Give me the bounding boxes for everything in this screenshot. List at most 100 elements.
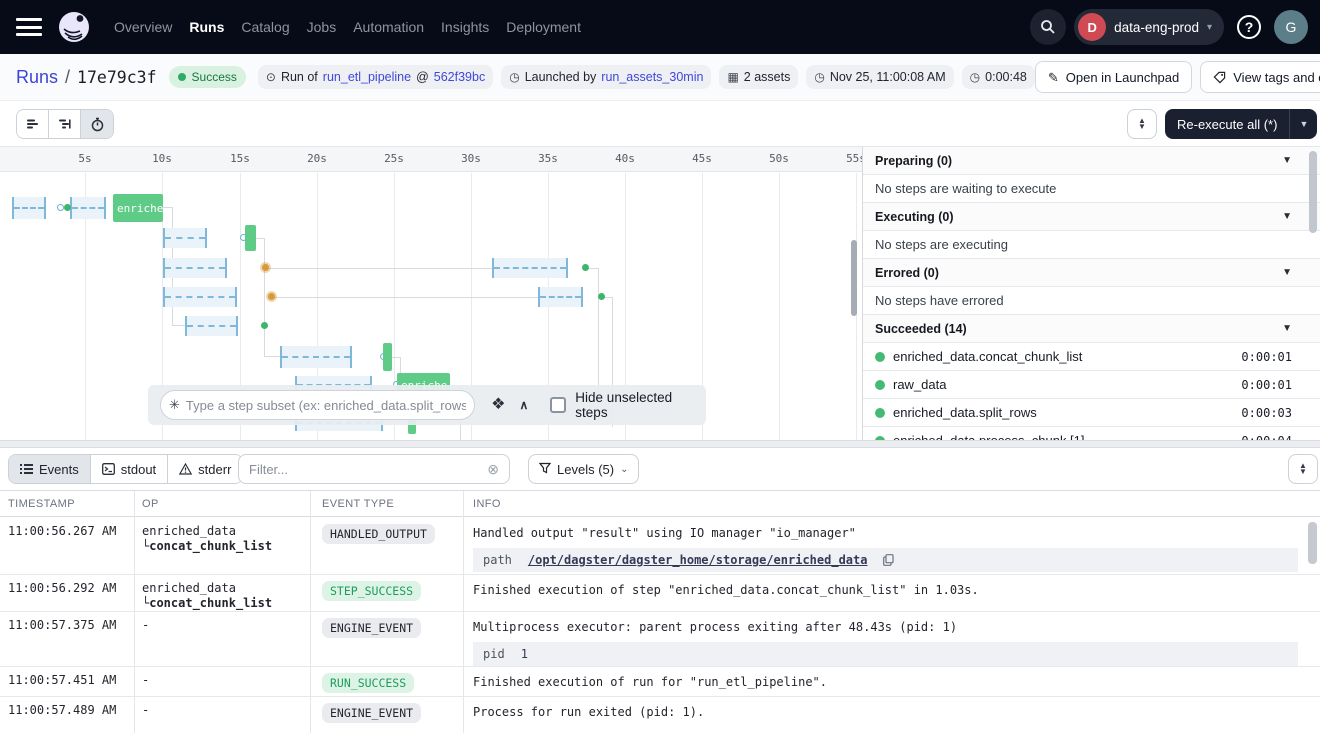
nav-item-deployment[interactable]: Deployment <box>506 19 581 35</box>
step-list-item[interactable]: enriched_data.process_chunk [1]0:00:04 <box>863 427 1320 440</box>
view-tags-config-button[interactable]: View tags and config <box>1200 61 1320 93</box>
section-header-succeeded[interactable]: Succeeded (14)▼ <box>863 315 1320 343</box>
step-waiting-range[interactable] <box>12 197 46 219</box>
event-metadata: pid1 <box>473 642 1298 666</box>
dashed-line <box>165 296 235 298</box>
step-waiting-range[interactable] <box>538 287 583 307</box>
avatar[interactable]: G <box>1274 10 1308 44</box>
step-bar[interactable] <box>245 225 256 251</box>
panel-scrollbar[interactable] <box>1309 151 1317 233</box>
hamburger-menu-icon[interactable] <box>16 18 42 36</box>
section-header-preparing[interactable]: Preparing (0)▼ <box>863 147 1320 175</box>
tag-text: Nov 25, 11:00:08 AM <box>830 70 946 84</box>
chevron-down-icon[interactable]: ▼ <box>1282 155 1292 166</box>
reexecute-all-button[interactable]: Re-execute all (*) ▼ <box>1165 109 1317 139</box>
section-header-errored[interactable]: Errored (0)▼ <box>863 259 1320 287</box>
event-info-text: Handled output "result" using IO manager… <box>473 526 856 540</box>
dashed-line <box>72 207 104 209</box>
metadata-path-link[interactable]: /opt/dagster/dagster_home/storage/enrich… <box>528 553 868 567</box>
event-log-row[interactable]: 11:00:57.375 AM-ENGINE_EVENTMultiprocess… <box>0 612 1320 667</box>
nav-item-runs[interactable]: Runs <box>189 19 224 35</box>
gantt-scrollbar[interactable] <box>851 240 857 316</box>
step-waiting-range[interactable] <box>280 346 352 368</box>
run-actions: ✎Open in Launchpad View tags and config … <box>1035 61 1320 93</box>
nav-item-jobs[interactable]: Jobs <box>307 19 337 35</box>
tag-link[interactable]: run_etl_pipeline <box>323 70 411 84</box>
run-tag[interactable]: ◷0:00:48 <box>962 65 1035 89</box>
dagster-logo-icon[interactable] <box>56 9 92 45</box>
clear-filter-icon[interactable]: ⊗ <box>487 461 499 478</box>
step-waiting-range[interactable] <box>163 287 237 307</box>
graph-layers-icon[interactable]: ❖ <box>491 397 505 413</box>
gantt-plot-area[interactable]: enriche.enriche… ✳ ❖ ∧ Hide unselected s… <box>0 173 862 440</box>
orange-marker-dot[interactable] <box>262 264 269 271</box>
breadcrumb-runs-link[interactable]: Runs <box>16 67 58 88</box>
search-icon[interactable] <box>1030 9 1066 45</box>
tag-link[interactable]: run_assets_30min <box>601 70 703 84</box>
tab-events[interactable]: Events <box>9 455 91 483</box>
step-list-item[interactable]: raw_data0:00:01 <box>863 371 1320 399</box>
nav-item-overview[interactable]: Overview <box>114 19 172 35</box>
gantt-row <box>0 228 862 248</box>
step-list-item[interactable]: enriched_data.split_rows0:00:03 <box>863 399 1320 427</box>
dashed-line <box>540 296 581 298</box>
split-divider[interactable] <box>0 440 1320 448</box>
orange-marker-dot[interactable] <box>268 293 275 300</box>
chevron-down-icon[interactable]: ▼ <box>1282 211 1292 222</box>
workspace-switcher[interactable]: D data-eng-prod ▾ <box>1074 9 1224 45</box>
green-marker-dot[interactable] <box>64 204 71 211</box>
tag-text: Launched by <box>525 70 597 84</box>
run-tag[interactable]: ⊙Run of run_etl_pipeline @ 562f39bc <box>258 65 493 89</box>
chevron-up-icon[interactable]: ∧ <box>520 398 529 412</box>
chevron-down-icon[interactable]: ▼ <box>1282 323 1292 334</box>
hide-unselected-checkbox[interactable] <box>550 397 566 413</box>
run-tag[interactable]: ◷Launched by run_assets_30min <box>501 65 711 89</box>
tag-link[interactable]: 562f39bc <box>434 70 485 84</box>
axis-tick-label: 15s <box>230 152 250 165</box>
tag-text: 2 assets <box>744 70 791 84</box>
view-waterfall-icon[interactable] <box>49 110 81 138</box>
events-scrollbar[interactable] <box>1308 522 1317 564</box>
tab-stderr[interactable]: stderr <box>168 455 242 483</box>
axis-tick-label: 30s <box>461 152 481 165</box>
chevron-down-icon[interactable]: ▼ <box>1282 267 1292 278</box>
green-marker-dot[interactable] <box>261 322 268 329</box>
nav-item-automation[interactable]: Automation <box>353 19 424 35</box>
chevron-down-icon[interactable]: ▼ <box>1290 119 1317 129</box>
view-flat-icon[interactable] <box>17 110 49 138</box>
axis-tick-label: 55s <box>846 152 862 165</box>
levels-filter-button[interactable]: Levels (5) ⌄ <box>528 454 639 484</box>
step-waiting-range[interactable] <box>163 228 207 248</box>
step-subset-input[interactable] <box>186 398 466 413</box>
green-marker-dot[interactable] <box>598 293 605 300</box>
hollow-marker-dot[interactable] <box>57 204 64 211</box>
nav-item-insights[interactable]: Insights <box>441 19 489 35</box>
step-waiting-range[interactable] <box>163 258 227 278</box>
event-log-row[interactable]: 11:00:56.267 AMenriched_data└concat_chun… <box>0 518 1320 575</box>
tab-stdout[interactable]: stdout <box>91 455 168 483</box>
view-timing-stopwatch-icon[interactable] <box>81 110 113 138</box>
step-waiting-range[interactable] <box>70 197 106 219</box>
run-tag[interactable]: ▦2 assets <box>719 65 798 89</box>
step-list-item[interactable]: enriched_data.concat_chunk_list0:00:01 <box>863 343 1320 371</box>
green-marker-dot[interactable] <box>582 264 589 271</box>
event-log-row[interactable]: 11:00:56.292 AMenriched_data└concat_chun… <box>0 575 1320 612</box>
step-bar[interactable] <box>383 343 392 371</box>
help-button[interactable]: ? <box>1232 10 1266 44</box>
copy-icon[interactable] <box>883 554 894 566</box>
gantt-expand-collapse-button[interactable]: ▲▼ <box>1127 109 1157 139</box>
step-waiting-range[interactable] <box>492 258 568 278</box>
event-info-text: Finished execution of step "enriched_dat… <box>473 583 979 597</box>
gantt-view-toggle-group <box>16 109 114 139</box>
open-in-launchpad-button[interactable]: ✎Open in Launchpad <box>1035 61 1192 93</box>
log-filter-input[interactable] <box>249 462 487 477</box>
step-waiting-range[interactable] <box>185 316 238 336</box>
event-log-row[interactable]: 11:00:57.451 AM-RUN_SUCCESSFinished exec… <box>0 667 1320 697</box>
events-expand-collapse-button[interactable]: ▲▼ <box>1288 454 1318 484</box>
nav-item-catalog[interactable]: Catalog <box>241 19 289 35</box>
axis-tick-label: 50s <box>769 152 789 165</box>
run-tag[interactable]: ◷Nov 25, 11:00:08 AM <box>806 65 953 89</box>
section-header-executing[interactable]: Executing (0)▼ <box>863 203 1320 231</box>
event-log-row[interactable]: 11:00:57.489 AM-ENGINE_EVENTProcess for … <box>0 697 1320 733</box>
step-bar[interactable]: enriche. <box>113 194 163 222</box>
